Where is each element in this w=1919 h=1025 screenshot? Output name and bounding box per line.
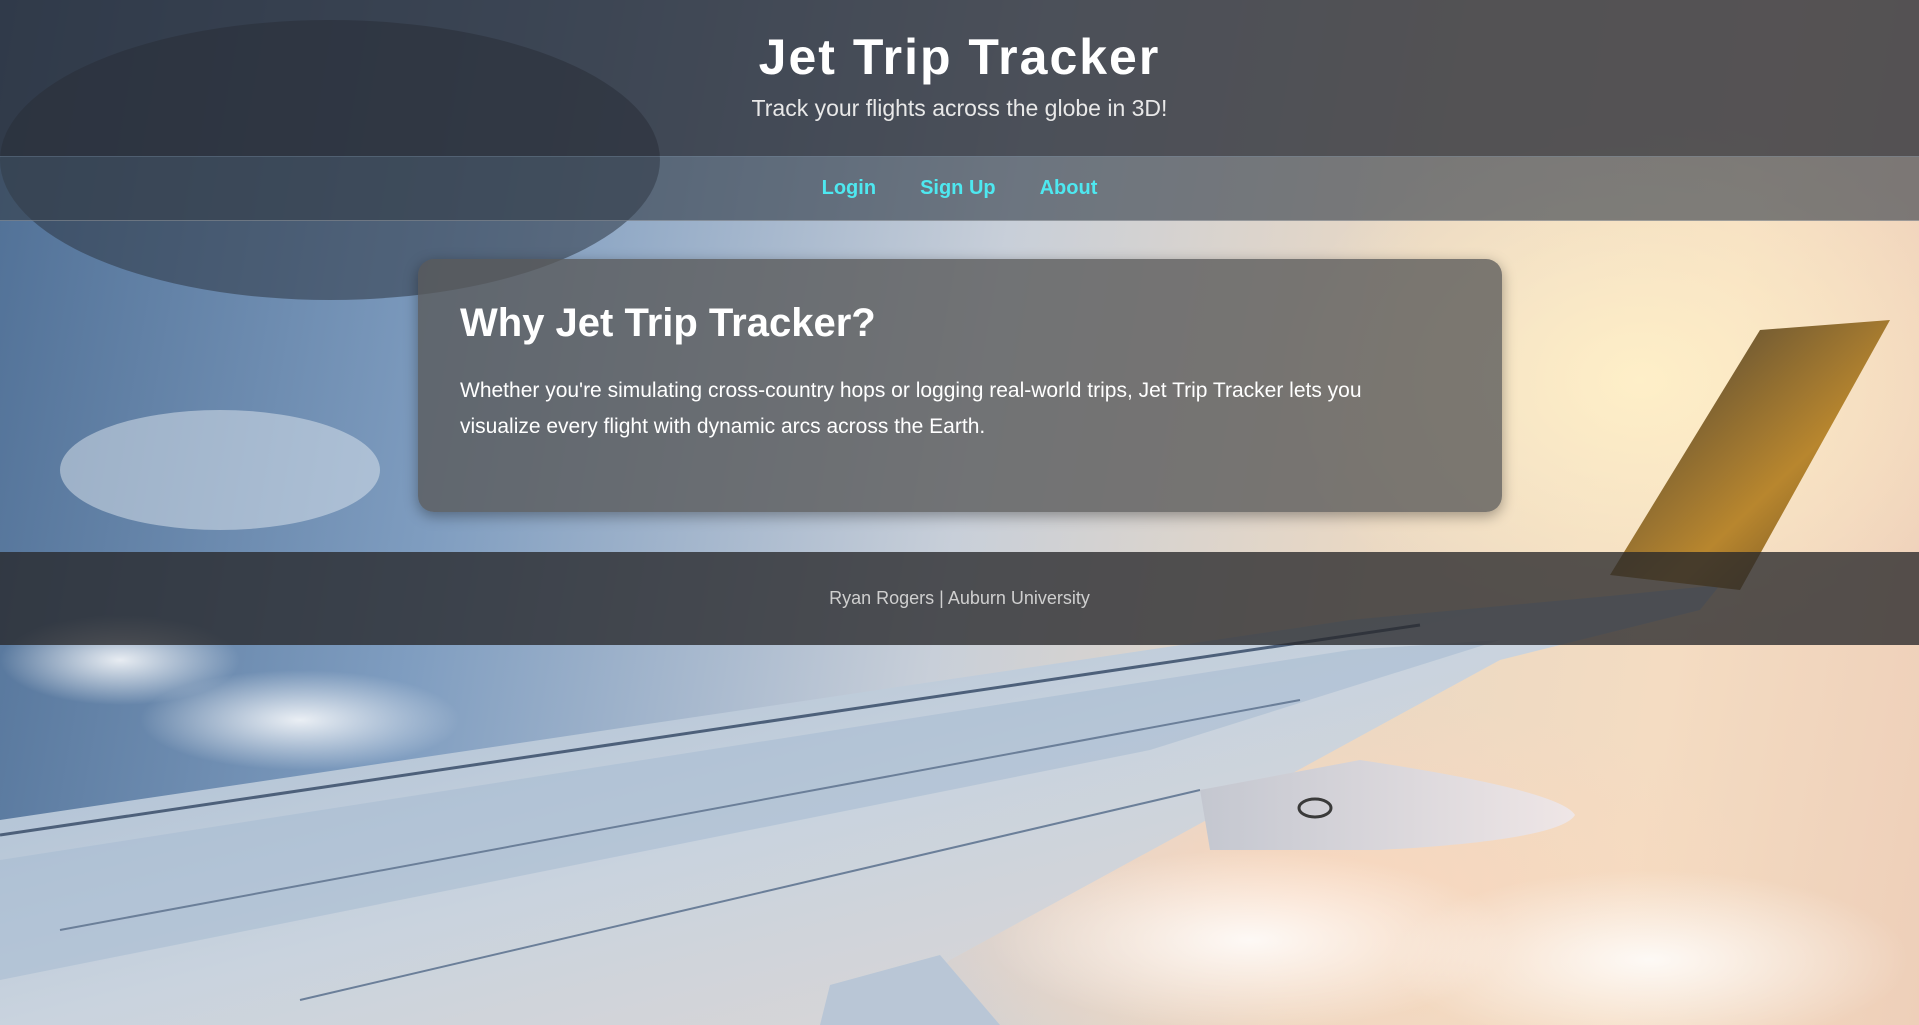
intro-card: Why Jet Trip Tracker? Whether you're sim… [418, 259, 1502, 512]
nav-link-signup[interactable]: Sign Up [920, 177, 996, 200]
nav-link-login[interactable]: Login [822, 177, 876, 200]
footer-credit: Ryan Rogers | Auburn University [829, 588, 1090, 608]
intro-card-heading: Why Jet Trip Tracker? [460, 301, 876, 345]
site-header: Jet Trip Tracker Track your flights acro… [0, 0, 1919, 156]
nav-link-about[interactable]: About [1040, 177, 1098, 200]
main-nav: Login Sign Up About [0, 156, 1919, 221]
intro-card-body: Whether you're simulating cross-country … [460, 379, 1362, 438]
site-footer: Ryan Rogers | Auburn University [0, 552, 1919, 645]
site-title: Jet Trip Tracker [758, 29, 1161, 85]
site-subtitle: Track your flights across the globe in 3… [751, 95, 1168, 121]
